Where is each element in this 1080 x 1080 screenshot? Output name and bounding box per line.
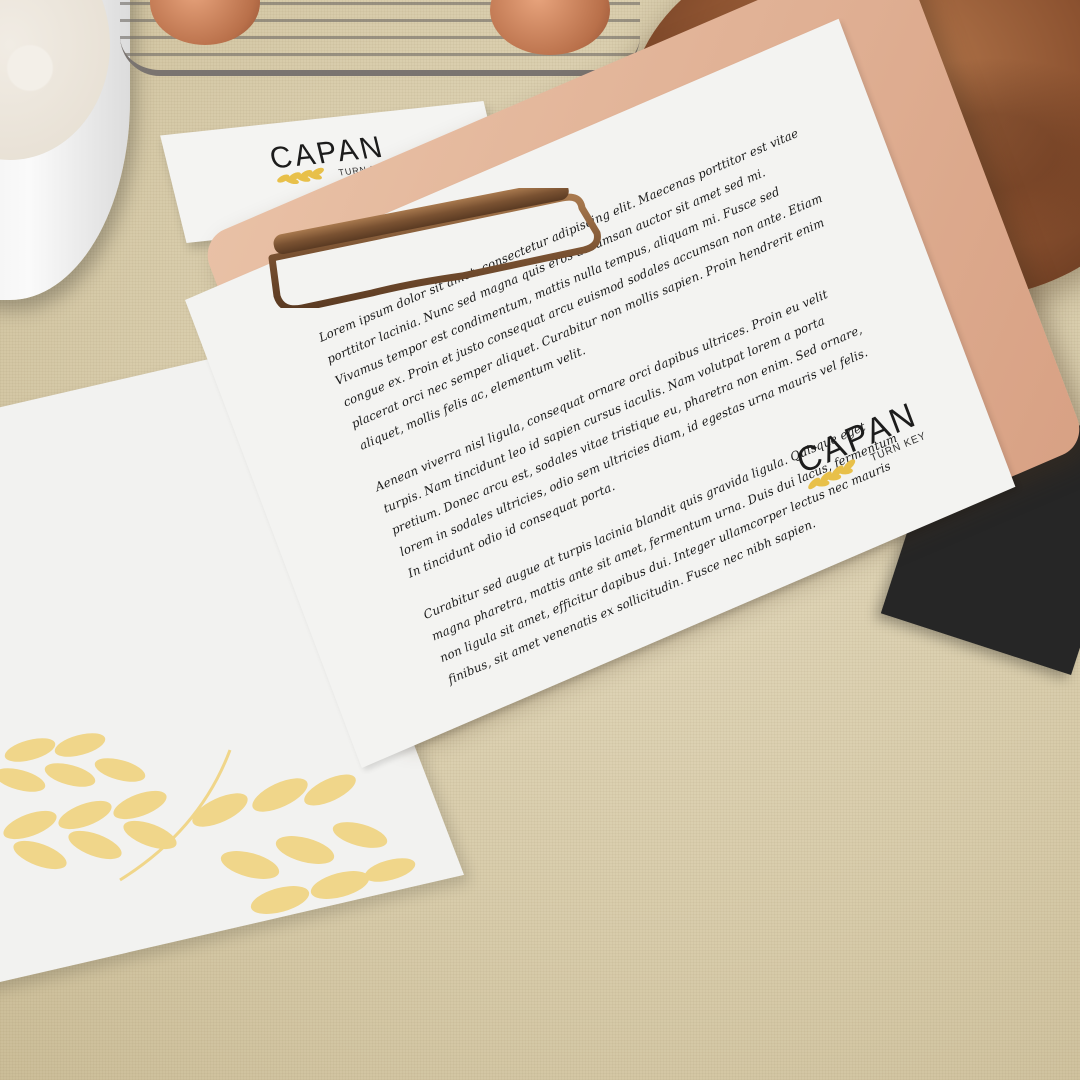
clipboard-clip	[268, 188, 601, 308]
wheat-decoration-icon	[0, 733, 416, 914]
stationery-mockup-scene: CAPAN TURN KEY	[0, 0, 1080, 1080]
